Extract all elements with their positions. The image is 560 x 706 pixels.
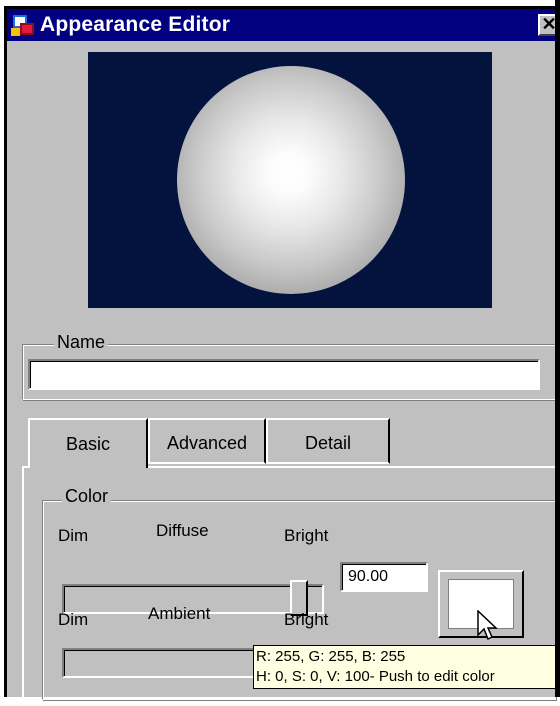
window-frame-edge: [555, 0, 560, 697]
diffuse-label: Diffuse: [156, 521, 209, 540]
name-group-label: Name: [54, 332, 109, 353]
window-title: Appearance Editor: [40, 13, 231, 36]
mouse-pointer-icon: [477, 610, 498, 641]
color-tooltip: R: 255, G: 255, B: 255 H: 0, S: 0, V: 10…: [253, 645, 560, 689]
diffuse-dim-label: Dim: [58, 526, 89, 545]
diffuse-bright-label: Bright: [284, 526, 329, 545]
title-bar[interactable]: Appearance Editor ✕: [7, 9, 560, 41]
tab-detail[interactable]: Detail: [266, 418, 390, 464]
ambient-label: Ambient: [148, 604, 211, 623]
tooltip-hsv-line: H: 0, S: 0, V: 100- Push to edit color: [256, 668, 495, 685]
tab-advanced-label: Advanced: [166, 433, 248, 453]
ambient-dim-label: Dim: [58, 610, 89, 629]
appearance-editor-app-icon: [10, 12, 36, 38]
color-group-label: Color: [62, 486, 112, 507]
tooltip-rgb-line: R: 255, G: 255, B: 255: [256, 648, 406, 665]
tab-detail-label: Detail: [304, 433, 352, 453]
diffuse-value-text: 90.00: [348, 568, 389, 585]
tab-basic[interactable]: Basic: [28, 418, 148, 468]
ambient-slider[interactable]: [62, 648, 262, 678]
ambient-bright-label: Bright: [284, 610, 329, 629]
diffuse-value-input[interactable]: 90.00: [340, 562, 428, 592]
tab-basic-label: Basic: [65, 434, 110, 454]
material-preview: [88, 52, 492, 308]
tab-advanced[interactable]: Advanced: [148, 418, 266, 464]
preview-sphere: [177, 66, 405, 294]
name-input[interactable]: [28, 359, 540, 390]
